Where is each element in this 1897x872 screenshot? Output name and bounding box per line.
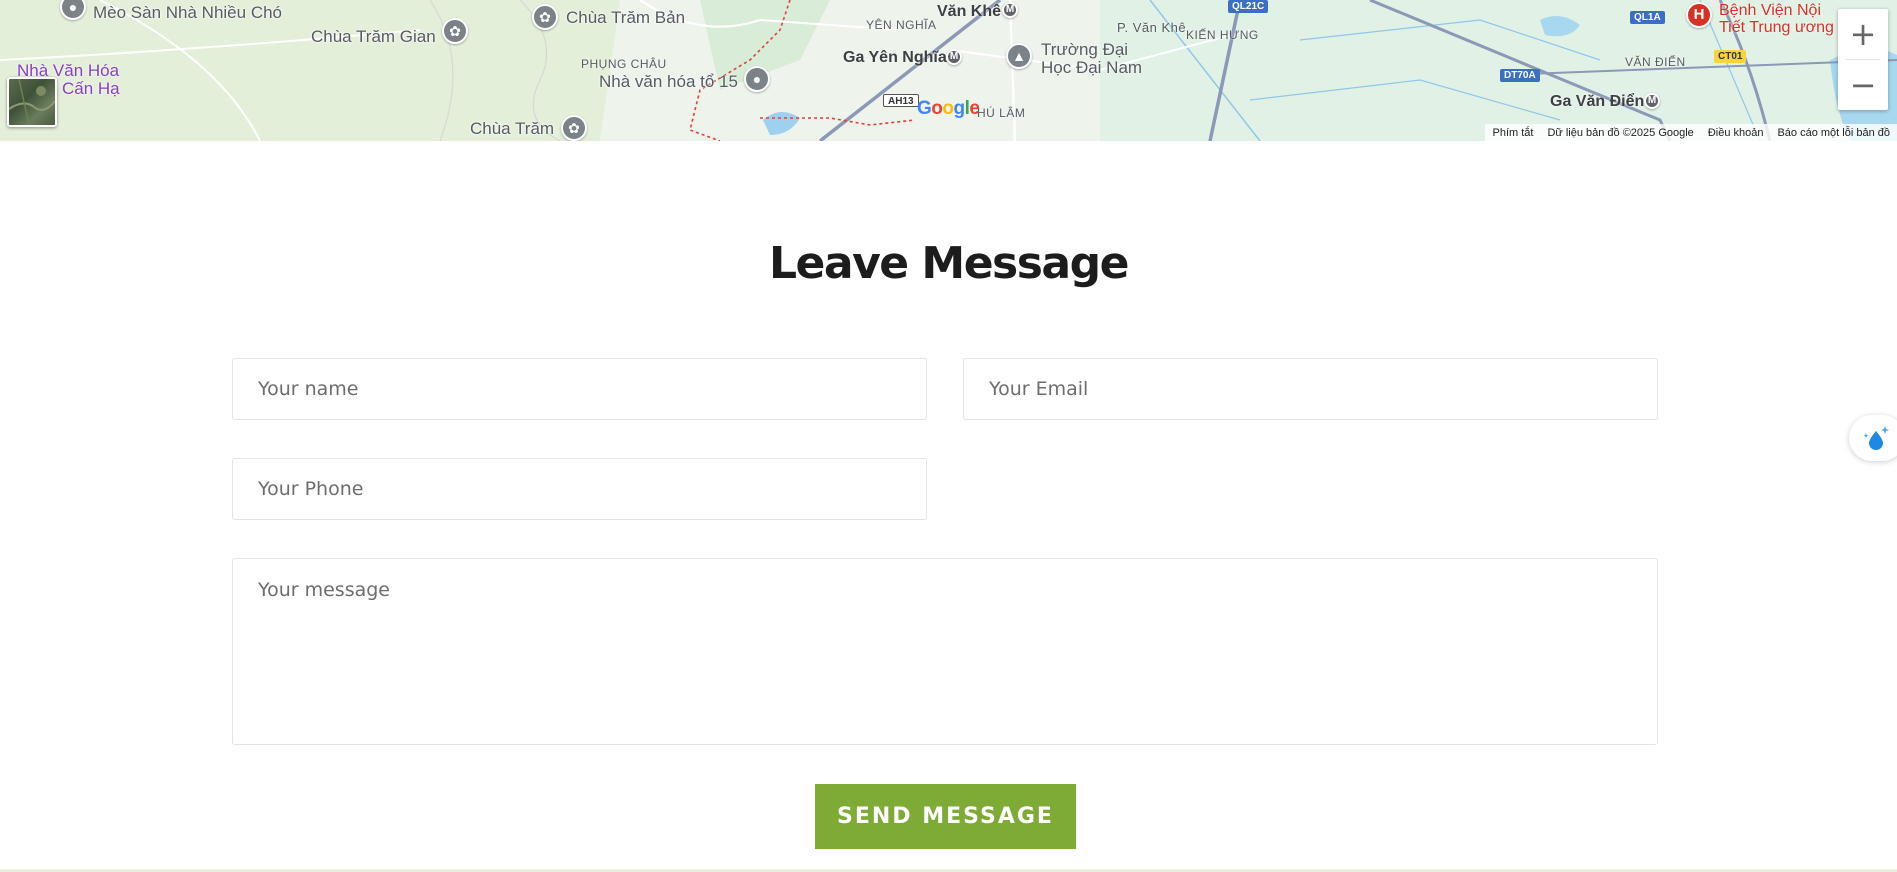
map-label: KIẾN HƯNG [1186,28,1259,42]
map-label: VĂN ĐIỂN [1625,55,1686,69]
keyboard-shortcuts-link[interactable]: Phím tắt [1485,127,1540,139]
satellite-layer-icon[interactable] [7,77,57,127]
map-label[interactable]: Bệnh Viện Nội [1719,2,1821,19]
school-icon[interactable]: ▲ [1006,43,1032,69]
phone-field[interactable] [232,458,927,520]
road-shield: DT70A [1500,69,1540,82]
metro-icon[interactable]: M [946,49,962,65]
metro-icon[interactable]: M [1644,93,1660,109]
map-data-credit: Dữ liệu bản đồ ©2025 Google [1547,126,1694,139]
road-shield: CT01 [1714,50,1747,63]
embedded-map[interactable]: ● ✿ ✿ ● ✿ ▲ H M M M Mèo Sàn Nhà Nhiều Ch… [0,0,1897,141]
road-shield: QL1A [1630,11,1665,24]
map-label[interactable]: Mèo Sàn Nhà Nhiều Chó [93,3,282,23]
map-label[interactable]: Chùa Trăm Gian [311,27,436,47]
place-pin-icon[interactable]: ● [744,66,770,92]
road-shield: QL21C [1228,0,1269,13]
zoom-in-button[interactable]: + [1838,9,1888,59]
send-message-button[interactable]: SEND MESSAGE [815,784,1076,849]
metro-icon[interactable]: M [1002,2,1018,18]
map-label: PHỤNG CHÂU [581,57,667,71]
map-attribution-bar: Phím tắt Dữ liệu bản đồ ©2025 Google Điề… [1485,124,1897,141]
report-error-link[interactable]: Báo cáo một lỗi bản đồ [1770,127,1897,139]
floating-tool-button[interactable] [1849,415,1897,461]
map-label[interactable]: Trường Đại [1041,40,1128,59]
message-field[interactable] [232,558,1658,745]
magic-drop-icon [1863,426,1889,450]
google-logo: Google [917,98,980,119]
pagoda-icon[interactable]: ✿ [532,4,558,30]
map-label: HÚ LÂM [977,106,1026,120]
zoom-out-button[interactable]: − [1838,60,1888,110]
map-label[interactable]: Văn Khê [937,3,1001,21]
email-field[interactable] [963,358,1658,420]
pagoda-icon[interactable]: ✿ [561,115,587,141]
hospital-icon[interactable]: H [1686,2,1712,28]
map-label: P. Văn Khê [1117,20,1187,35]
map-label[interactable]: Học Đại Nam [1041,58,1142,77]
pagoda-icon[interactable]: ✿ [442,18,468,44]
map-label[interactable]: Chùa Trăm Bản [566,8,685,28]
map-label: YÊN NGHĨA [866,18,937,32]
map-label[interactable]: Chùa Trăm [470,119,554,139]
map-label[interactable]: Cấn Hạ [62,80,120,98]
map-label[interactable]: Nhà văn hóa tổ 15 [599,72,738,92]
map-zoom-control: + − [1838,9,1888,110]
map-label[interactable]: Ga Yên Nghĩa [843,49,947,67]
map-label[interactable]: Tiết Trung ương [1719,19,1834,36]
map-label[interactable]: Ga Văn Điển [1550,93,1644,111]
name-field[interactable] [232,358,927,420]
road-shield: AH13 [883,94,919,107]
page-title: Leave Message [769,238,1129,289]
terms-link[interactable]: Điều khoản [1701,127,1771,139]
